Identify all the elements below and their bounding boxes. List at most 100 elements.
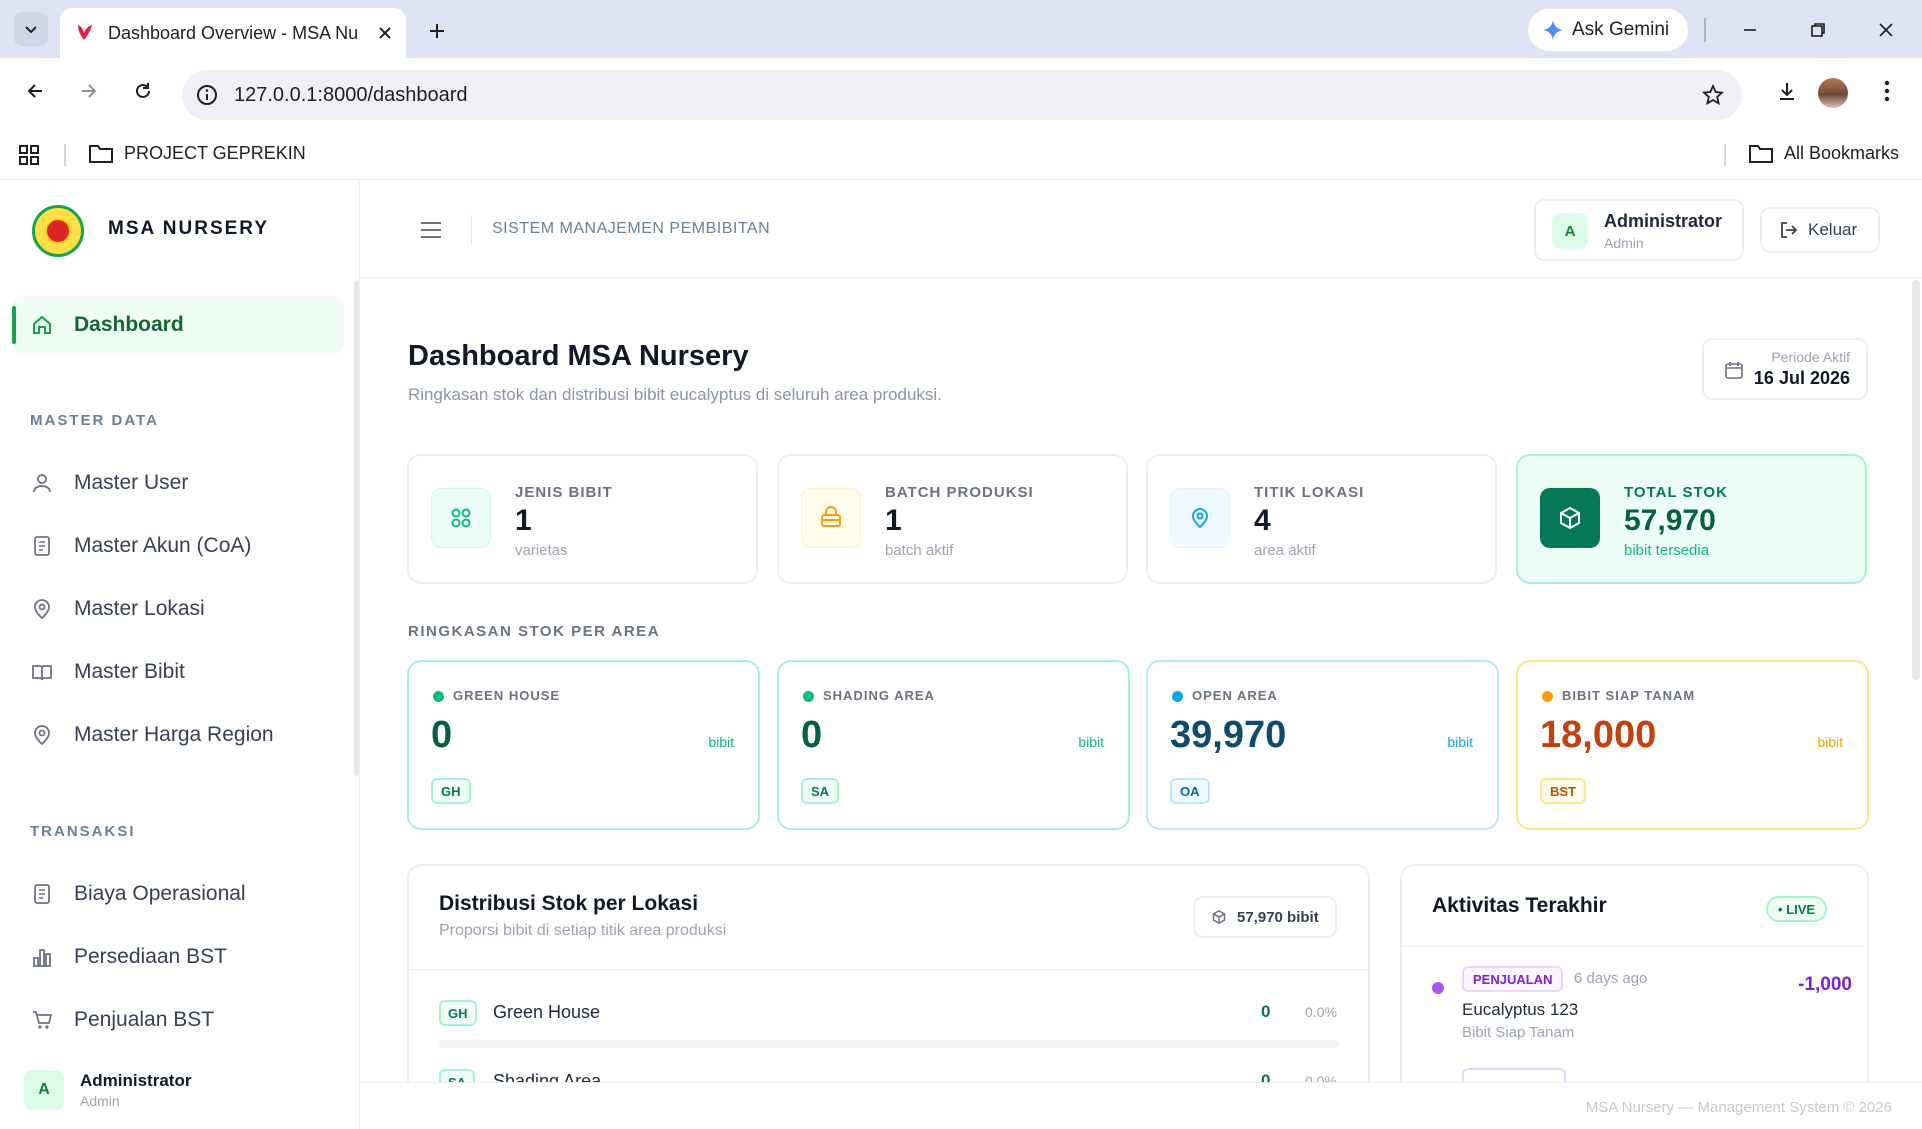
profile-avatar[interactable] (1818, 78, 1848, 108)
stat-sub: varietas (515, 542, 568, 559)
area-card-shading-area: SHADING AREA 0 bibit SA (777, 660, 1130, 830)
sidebar-item-biaya-operasional[interactable]: Biaya Operasional (12, 865, 344, 923)
area-value: 39,970 (1170, 714, 1287, 756)
page-title: Dashboard MSA Nursery (408, 340, 749, 372)
close-window-icon[interactable] (1868, 12, 1904, 48)
row-value: 0 (1261, 1071, 1271, 1082)
address-bar[interactable]: 127.0.0.1:8000/dashboard (182, 70, 1742, 120)
stat-card-batch-produksi: BATCH PRODUKSI 1 batch aktif (777, 454, 1128, 584)
section-label-transaksi: TRANSAKSI (30, 823, 136, 840)
sidebar-item-master-user[interactable]: Master User (12, 454, 344, 512)
avatar: A (1552, 213, 1588, 249)
forward-icon[interactable] (72, 74, 106, 108)
sidebar-item-master-harga-region[interactable]: Master Harga Region (12, 706, 344, 764)
tab-close-icon[interactable] (378, 26, 392, 40)
distribution-row: SA Shading Area 0 0.0% (439, 1069, 1339, 1082)
ask-gemini-button[interactable]: Ask Gemini (1528, 9, 1688, 51)
avatar: A (24, 1070, 64, 1110)
stat-sub: batch aktif (885, 542, 954, 559)
location-pin-icon (30, 597, 54, 621)
apps-grid-icon[interactable] (16, 142, 42, 168)
bookmark-star-icon[interactable] (1702, 84, 1724, 106)
row-value: 0 (1261, 1002, 1271, 1021)
panel-subtitle: Proporsi bibit di setiap titik area prod… (439, 922, 727, 939)
location-pin-icon (1170, 488, 1230, 548)
menu-kebab-icon[interactable] (1870, 74, 1904, 108)
new-tab-icon[interactable] (420, 14, 454, 48)
stat-value: 1 (515, 504, 532, 537)
site-info-icon[interactable] (196, 84, 218, 106)
bookmark-folder-project[interactable]: PROJECT GEPREKIN (88, 142, 306, 164)
all-bookmarks-button[interactable]: All Bookmarks (1748, 142, 1899, 164)
stat-label: JENIS BIBIT (515, 484, 613, 501)
sidebar-item-master-bibit[interactable]: Master Bibit (12, 643, 344, 701)
reload-icon[interactable] (126, 74, 160, 108)
users-icon (30, 471, 54, 495)
stat-sub: area aktif (1254, 542, 1316, 559)
area-card-bibit-siap-tanam: BIBIT SIAP TANAM 18,000 bibit BST (1516, 660, 1869, 830)
stat-card-titik-lokasi: TITIK LOKASI 4 area aktif (1146, 454, 1497, 584)
hamburger-menu-icon[interactable] (416, 217, 446, 243)
cart-icon (30, 1008, 54, 1032)
area-section-label: RINGKASAN STOK PER AREA (408, 623, 661, 640)
sidebar-item-label: Penjualan BST (74, 1008, 215, 1031)
area-code-badge: OA (1170, 778, 1210, 804)
distribution-row: GH Green House 0 0.0% (439, 1000, 1339, 1050)
area-unit: bibit (1078, 734, 1104, 750)
footer: MSA Nursery — Management System © 2026 (360, 1082, 1922, 1129)
activity-time: 6 days ago (1574, 970, 1648, 987)
sidebar-user-block[interactable]: A Administrator Admin (0, 1051, 358, 1129)
download-icon[interactable] (1770, 74, 1804, 108)
grid-icon (431, 488, 491, 548)
minimize-icon[interactable] (1732, 12, 1768, 48)
stat-card-total-stok: TOTAL STOK 57,970 bibit tersedia (1516, 454, 1867, 584)
logout-button[interactable]: Keluar (1760, 207, 1880, 253)
ask-gemini-label: Ask Gemini (1572, 19, 1670, 40)
sidebar-item-penjualan-bst[interactable]: Penjualan BST (12, 991, 344, 1049)
main-scrollbar[interactable] (1912, 280, 1920, 680)
row-name: Shading Area (493, 1071, 602, 1082)
sidebar-item-label: Master User (74, 471, 189, 494)
activity-type-badge (1462, 1068, 1566, 1082)
logout-icon (1780, 221, 1798, 239)
sidebar-scrollbar[interactable] (354, 281, 359, 776)
url-text[interactable]: 127.0.0.1:8000/dashboard (234, 84, 468, 107)
browser-tab[interactable]: Dashboard Overview - MSA Nursery (60, 8, 406, 58)
restore-icon[interactable] (1800, 12, 1836, 48)
bookmark-divider (1724, 144, 1726, 166)
sidebar-item-dashboard[interactable]: Dashboard (12, 296, 344, 354)
stat-label: TOTAL STOK (1624, 484, 1728, 501)
row-percent: 0.0% (1305, 1004, 1337, 1020)
tab-search-chevron-icon[interactable] (14, 12, 48, 46)
sidebar-item-label: Dashboard (74, 313, 184, 336)
stat-value: 4 (1254, 504, 1271, 537)
row-code-badge: GH (439, 1000, 477, 1026)
back-icon[interactable] (18, 74, 52, 108)
bookmark-divider (64, 144, 66, 166)
live-badge: • LIVE (1766, 896, 1828, 922)
status-dot (1542, 691, 1553, 702)
sidebar-item-persediaan-bst[interactable]: Persediaan BST (12, 928, 344, 986)
activity-item[interactable]: PENJUALAN 6 days ago Eucalyptus 123 Bibi… (1432, 966, 1852, 1046)
activity-type-badge: PENJUALAN (1462, 966, 1564, 992)
distribution-panel: Distribusi Stok per Lokasi Proporsi bibi… (407, 864, 1370, 1082)
browser-tab-bar: Dashboard Overview - MSA Nursery Ask Gem… (0, 0, 1922, 58)
folder-icon (1748, 142, 1774, 164)
status-dot (803, 691, 814, 702)
user-role: Admin (80, 1093, 120, 1109)
sidebar-item-master-akun[interactable]: Master Akun (CoA) (12, 517, 344, 575)
header-user-card[interactable]: A Administrator Admin (1534, 199, 1744, 261)
panel-divider (409, 969, 1368, 970)
folder-icon (88, 142, 114, 164)
panel-title: Aktivitas Terakhir (1432, 894, 1607, 917)
sidebar-item-label: Master Harga Region (74, 723, 274, 746)
area-card-open-area: OPEN AREA 39,970 bibit OA (1146, 660, 1499, 830)
area-label: OPEN AREA (1192, 688, 1278, 703)
period-card[interactable]: Periode Aktif 16 Jul 2026 (1702, 338, 1868, 400)
gemini-sparkle-icon (1542, 19, 1564, 41)
sidebar-item-master-lokasi[interactable]: Master Lokasi (12, 580, 344, 638)
tab-favicon-icon (74, 22, 96, 44)
activity-amount: -1,000 (1798, 974, 1852, 995)
area-value: 18,000 (1540, 714, 1657, 756)
period-label: Periode Aktif (1771, 349, 1850, 365)
